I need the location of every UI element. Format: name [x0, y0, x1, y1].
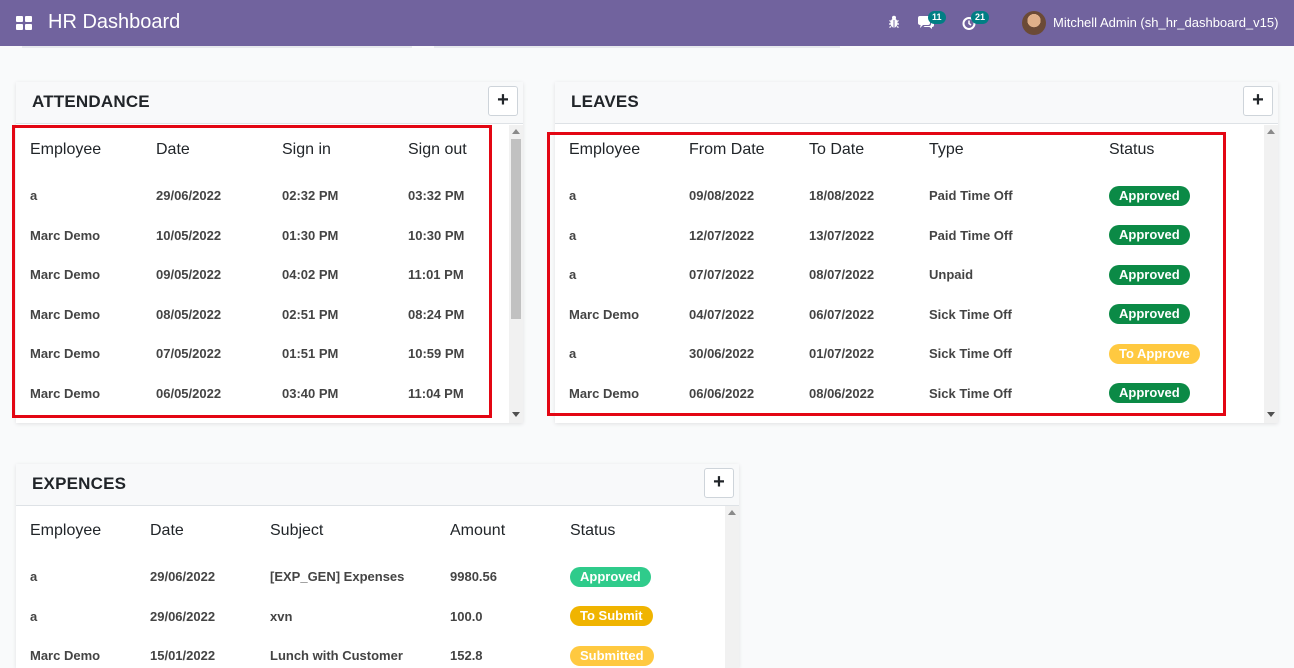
subject-cell: [EXP_GEN] Expenses	[270, 569, 405, 585]
amount-cell: 152.8	[450, 648, 483, 664]
add-attendance-button[interactable]: +	[488, 86, 518, 116]
attendance-scrollbar[interactable]	[509, 125, 523, 423]
date-cell: 29/06/2022	[150, 569, 216, 585]
column-header[interactable]: Status	[556, 505, 696, 557]
amount-cell: 100.0	[450, 608, 483, 624]
scroll-down-arrow-icon[interactable]	[512, 412, 520, 417]
table-row[interactable]: a 29/06/2022 [EXP_GEN] Expenses 9980.56 …	[16, 557, 696, 597]
subject-cell: xvn	[270, 608, 293, 624]
top-navbar: HR Dashboard 11 21 Mitchell Admin (sh_hr…	[0, 0, 1294, 46]
expences-card-header: EXPENCES +	[16, 464, 739, 506]
scroll-up-arrow-icon[interactable]	[728, 510, 736, 515]
leaves-card-header: LEAVES +	[555, 82, 1278, 124]
employee-cell: Marc Demo	[30, 648, 101, 664]
date-cell: 29/06/2022	[150, 608, 216, 624]
status-cell: To Submit	[556, 597, 696, 637]
attendance-card-header: ATTENDANCE +	[16, 82, 523, 124]
status-badge: Submitted	[570, 645, 654, 666]
column-header[interactable]: Employee	[16, 505, 136, 557]
app-title[interactable]: HR Dashboard	[48, 11, 180, 34]
expences-table: Employee Date Subject Amount Status a 29…	[16, 505, 696, 668]
leaves-highlight-box	[547, 132, 1226, 416]
add-expense-button[interactable]: +	[704, 468, 734, 498]
attendance-highlight-box	[12, 125, 492, 418]
attendance-title: ATTENDANCE	[32, 92, 150, 111]
status-badge: Approved	[570, 566, 651, 587]
subject-cell: Lunch with Customer	[270, 648, 403, 664]
scroll-up-arrow-icon[interactable]	[512, 129, 520, 134]
leaves-scrollbar[interactable]	[1264, 125, 1278, 423]
column-header[interactable]: Date	[136, 505, 256, 557]
employee-cell: a	[30, 569, 38, 585]
amount-cell: 9980.56	[450, 569, 497, 585]
user-menu[interactable]: Mitchell Admin (sh_hr_dashboard_v15)	[1053, 15, 1278, 30]
date-cell: 15/01/2022	[150, 648, 216, 664]
scroll-down-arrow-icon[interactable]	[1267, 412, 1275, 417]
status-cell: Submitted	[556, 636, 696, 668]
scroll-thumb[interactable]	[511, 139, 521, 319]
expences-scrollbar[interactable]	[725, 506, 739, 668]
apps-menu-icon[interactable]	[16, 16, 32, 30]
column-header[interactable]: Amount	[436, 505, 556, 557]
control-panel-edge	[434, 46, 840, 48]
expences-title: EXPENCES	[32, 474, 127, 493]
table-row[interactable]: Marc Demo 15/01/2022 Lunch with Customer…	[16, 636, 696, 668]
leaves-title: LEAVES	[571, 92, 639, 111]
table-row[interactable]: a 29/06/2022 xvn 100.0 To Submit	[16, 597, 696, 637]
status-badge: To Submit	[570, 606, 653, 627]
activities-count-badge: 21	[971, 11, 990, 24]
control-panel-edge	[22, 46, 412, 48]
employee-cell: a	[30, 608, 38, 624]
messages-count-badge: 11	[928, 11, 946, 24]
bug-icon[interactable]	[886, 13, 906, 33]
expences-card: EXPENCES + Employee Date Subject Amount …	[16, 464, 739, 668]
scroll-up-arrow-icon[interactable]	[1267, 129, 1275, 134]
column-header[interactable]: Subject	[256, 505, 436, 557]
status-cell: Approved	[556, 557, 696, 597]
user-avatar[interactable]	[1022, 11, 1046, 35]
add-leave-button[interactable]: +	[1243, 86, 1273, 116]
